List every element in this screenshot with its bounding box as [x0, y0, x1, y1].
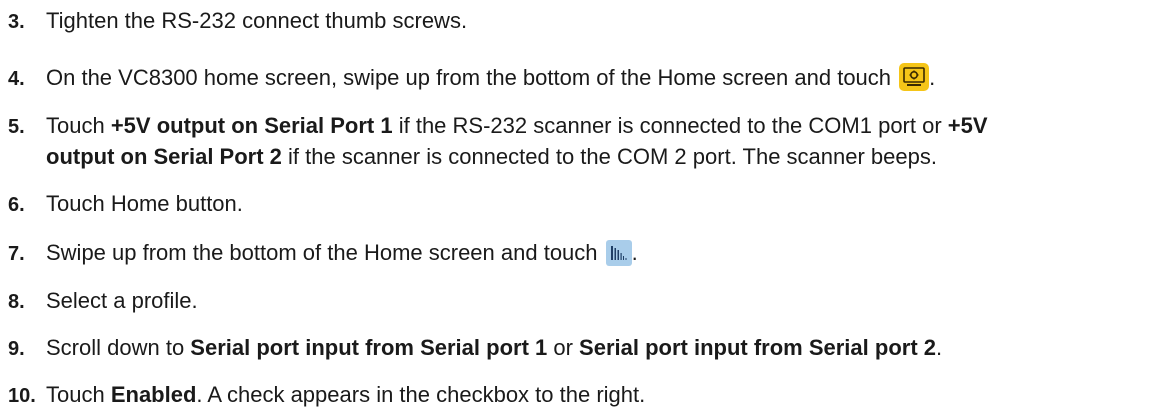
text-segment: Touch — [46, 382, 111, 407]
step-text: Select a profile. — [46, 288, 198, 313]
step-text: . — [929, 65, 936, 90]
step-text-line1: Touch +5V output on Serial Port 1 if the… — [46, 113, 988, 138]
step-9: 9. Scroll down to Serial port input from … — [8, 333, 1168, 364]
bold-segment: Serial port input from Serial port 1 — [190, 335, 548, 360]
text-segment: . A check appears in the checkbox to the… — [196, 382, 646, 407]
step-number: 3. — [8, 11, 25, 33]
step-number: 6. — [8, 194, 25, 216]
step-number: 5. — [8, 116, 25, 138]
text-segment: Touch — [46, 113, 111, 138]
step-text: Swipe up from the bottom of the Home scr… — [46, 240, 604, 265]
step-6: 6. Touch Home button. — [8, 189, 1168, 220]
step-number: 9. — [8, 338, 25, 360]
step-number: 4. — [8, 68, 25, 90]
step-number: 8. — [8, 291, 25, 313]
datawedge-icon — [605, 240, 632, 266]
bold-segment: output on Serial Port 2 — [46, 144, 282, 169]
step-10: 10. Touch Enabled. A check appears in the… — [8, 380, 1168, 411]
bold-segment: Serial port input from Serial port 2 — [579, 335, 936, 360]
step-text: . — [631, 240, 638, 265]
bold-segment: +5V output on Serial Port 1 — [110, 113, 393, 138]
step-text-line2: output on Serial Port 2 if the scanner i… — [8, 142, 1168, 172]
step-text: On the VC8300 home screen, swipe up from… — [46, 65, 898, 90]
text-segment: Scroll down to — [46, 335, 191, 360]
text-segment: or — [547, 335, 580, 360]
bold-segment: +5V — [947, 113, 988, 138]
step-number: 7. — [8, 243, 25, 265]
step-4: 4. On the VC8300 home screen, swipe up fr… — [8, 63, 1168, 94]
bold-segment: Enabled — [110, 382, 197, 407]
step-3: 3. Tighten the RS-232 connect thumb screw… — [8, 6, 1168, 37]
text-segment: if the scanner is connected to the COM 2… — [281, 144, 937, 169]
step-text: Touch Home button. — [46, 191, 243, 216]
step-7: 7. Swipe up from the bottom of the Home s… — [8, 238, 1168, 269]
step-text: Tighten the RS-232 connect thumb screws. — [46, 8, 468, 33]
text-segment: if the RS-232 scanner is connected to th… — [392, 113, 948, 138]
settings-icon — [899, 63, 930, 91]
step-8: 8. Select a profile. — [8, 286, 1168, 317]
step-5: 5. Touch +5V output on Serial Port 1 if t… — [8, 111, 1168, 172]
text-segment: . — [936, 335, 943, 360]
step-number: 10. — [8, 385, 36, 407]
